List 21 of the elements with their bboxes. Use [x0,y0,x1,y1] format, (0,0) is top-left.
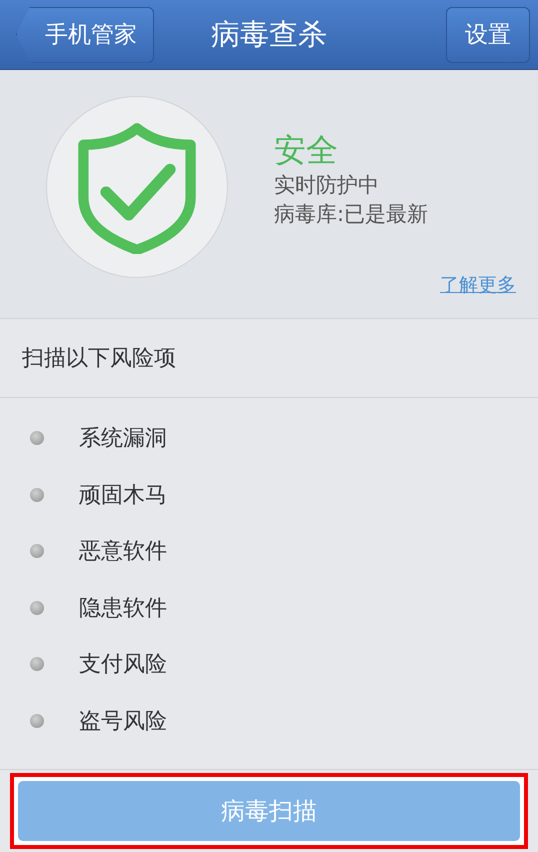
risk-item: 支付风险 [79,651,167,680]
shield-check-icon [75,120,199,254]
settings-button[interactable]: 设置 [446,6,530,62]
learn-more-link[interactable]: 了解更多 [440,272,516,298]
bullet-icon [30,431,44,446]
risk-item: 恶意软件 [79,538,167,566]
risk-item: 系统漏洞 [79,425,167,454]
back-button[interactable]: 手机管家 [16,6,154,62]
bullet-icon [30,544,44,558]
status-label: 安全 [274,130,339,171]
risk-item: 顽固木马 [79,482,167,510]
risk-item: 盗号风险 [79,708,167,736]
risk-item: 隐患软件 [79,594,167,623]
bullet-icon [30,714,44,728]
page-title: 病毒查杀 [211,16,327,52]
section-title: 扫描以下风险项 [22,345,176,373]
bullet-icon [30,488,44,502]
bullet-icon [30,600,44,615]
status-detail: 实时防护中 [274,172,380,199]
bullet-icon [30,657,44,672]
status-detail: 病毒库:已是最新 [274,201,428,228]
